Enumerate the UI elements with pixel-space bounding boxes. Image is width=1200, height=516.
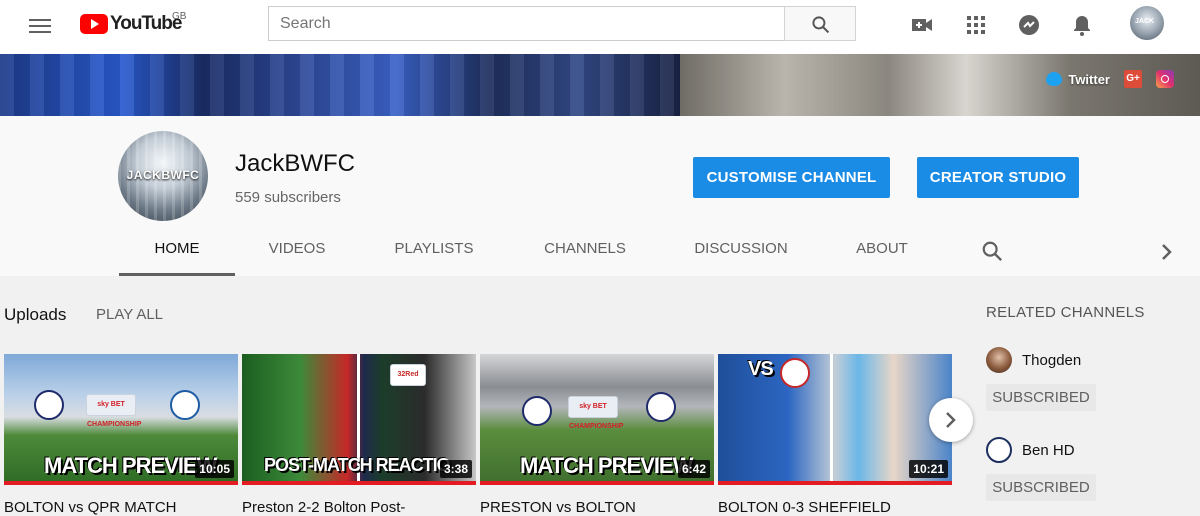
tab-channels[interactable]: CHANNELS: [529, 230, 641, 276]
youtube-logo[interactable]: YouTube: [80, 12, 182, 36]
watched-progress-bar: [4, 481, 238, 485]
create-video-icon[interactable]: [910, 13, 934, 37]
twitter-label: Twitter: [1068, 71, 1110, 87]
tab-playlists[interactable]: PLAYLISTS: [379, 230, 489, 276]
video-title[interactable]: BOLTON 0-3 SHEFFIELD: [718, 499, 952, 516]
watched-progress-bar: [480, 481, 714, 485]
sky-bet-badge: sky BET CHAMPIONSHIP: [86, 394, 141, 428]
instagram-link[interactable]: [1156, 70, 1174, 88]
qpr-crest-icon: [170, 390, 200, 420]
video-duration: 10:05: [195, 460, 234, 478]
video-card[interactable]: 32Red POST-MATCH REACTIO 3:38 Preston 2-…: [242, 354, 476, 516]
video-title[interactable]: PRESTON vs BOLTON: [480, 499, 714, 516]
uploads-heading[interactable]: Uploads: [4, 305, 66, 325]
tab-home[interactable]: HOME: [119, 230, 235, 276]
youtube-play-icon: [80, 14, 108, 34]
menu-icon[interactable]: [28, 15, 52, 39]
channel-header: JACKBWFC JackBWFC 559 subscribers CUSTOM…: [0, 116, 1200, 276]
related-channel-name[interactable]: Thogden: [1022, 352, 1081, 369]
bolton-crest-icon: [646, 392, 676, 422]
watched-progress-bar: [242, 481, 476, 485]
video-duration: 6:42: [677, 460, 710, 478]
region-code: GB: [172, 11, 187, 22]
video-thumbnail[interactable]: 32Red POST-MATCH REACTIO 3:38: [242, 354, 476, 485]
related-channels-heading: RELATED CHANNELS: [986, 304, 1145, 321]
related-channel-name[interactable]: Ben HD: [1022, 442, 1075, 459]
google-plus-link[interactable]: G+: [1124, 70, 1142, 88]
video-card[interactable]: sky BET CHAMPIONSHIP MATCH PREVIEW 10:05…: [4, 354, 238, 516]
tab-videos[interactable]: VIDEOS: [255, 230, 339, 276]
twitter-link[interactable]: Twitter: [1046, 72, 1110, 87]
logo-text: YouTube: [110, 13, 182, 34]
sponsor-sign: 32Red: [390, 364, 426, 386]
subscribed-button[interactable]: SUBSCRIBED: [986, 384, 1096, 411]
banner-links: Twitter G+: [1046, 70, 1174, 88]
tab-about[interactable]: ABOUT: [841, 230, 923, 276]
channel-avatar-text: JACKBWFC: [126, 168, 200, 182]
subscribed-button[interactable]: SUBSCRIBED: [986, 474, 1096, 501]
preston-crest-icon: [522, 396, 552, 426]
play-all-button[interactable]: PLAY ALL: [96, 306, 163, 323]
video-thumbnail[interactable]: VS 10:21: [718, 354, 952, 485]
video-title[interactable]: BOLTON vs QPR MATCH: [4, 499, 238, 516]
video-duration: 3:38: [439, 460, 472, 478]
apps-icon[interactable]: [964, 13, 988, 37]
banner-image-left: [0, 54, 680, 116]
video-card[interactable]: VS 10:21 BOLTON 0-3 SHEFFIELD: [718, 354, 952, 516]
instagram-icon: [1156, 70, 1174, 88]
search-icon: [812, 16, 830, 34]
search-input[interactable]: [268, 6, 784, 41]
channel-avatar[interactable]: [986, 347, 1012, 373]
twitter-icon: [1046, 72, 1063, 86]
video-thumbnail[interactable]: sky BET CHAMPIONSHIP MATCH PREVIEW 10:05: [4, 354, 238, 485]
video-duration: 10:21: [909, 460, 948, 478]
notifications-icon[interactable]: [1070, 13, 1094, 37]
chevron-right-icon: [946, 412, 956, 428]
subscriber-count: 559 subscribers: [235, 189, 341, 206]
account-avatar[interactable]: [1130, 6, 1164, 40]
channel-avatar[interactable]: JACKBWFC: [118, 131, 208, 221]
channel-avatar[interactable]: [986, 437, 1012, 463]
bolton-crest-icon: [34, 390, 64, 420]
creator-studio-button[interactable]: CREATOR STUDIO: [917, 157, 1079, 198]
channel-search-icon[interactable]: [981, 240, 1003, 267]
channel-banner: Twitter G+: [0, 54, 1200, 116]
carousel-next-button[interactable]: [929, 398, 973, 442]
watched-progress-bar: [718, 481, 952, 485]
customise-channel-button[interactable]: CUSTOMISE CHANNEL: [693, 157, 890, 198]
masthead: YouTube GB: [0, 0, 1200, 54]
google-plus-icon: G+: [1124, 70, 1142, 88]
video-card[interactable]: sky BET CHAMPIONSHIP MATCH PREVIEW 6:42 …: [480, 354, 714, 516]
messages-icon[interactable]: [1017, 13, 1041, 37]
channel-name: JackBWFC: [235, 150, 355, 177]
tab-discussion[interactable]: DISCUSSION: [681, 230, 801, 276]
search-button[interactable]: [784, 6, 856, 41]
video-thumbnail[interactable]: sky BET CHAMPIONSHIP MATCH PREVIEW 6:42: [480, 354, 714, 485]
tabs-next-chevron-icon[interactable]: [1159, 242, 1175, 267]
sky-bet-badge: sky BET CHAMPIONSHIP: [568, 396, 623, 430]
sheffield-crest-icon: [780, 358, 810, 388]
video-title[interactable]: Preston 2-2 Bolton Post-: [242, 499, 476, 516]
thumbnail-text: VS: [748, 358, 774, 380]
